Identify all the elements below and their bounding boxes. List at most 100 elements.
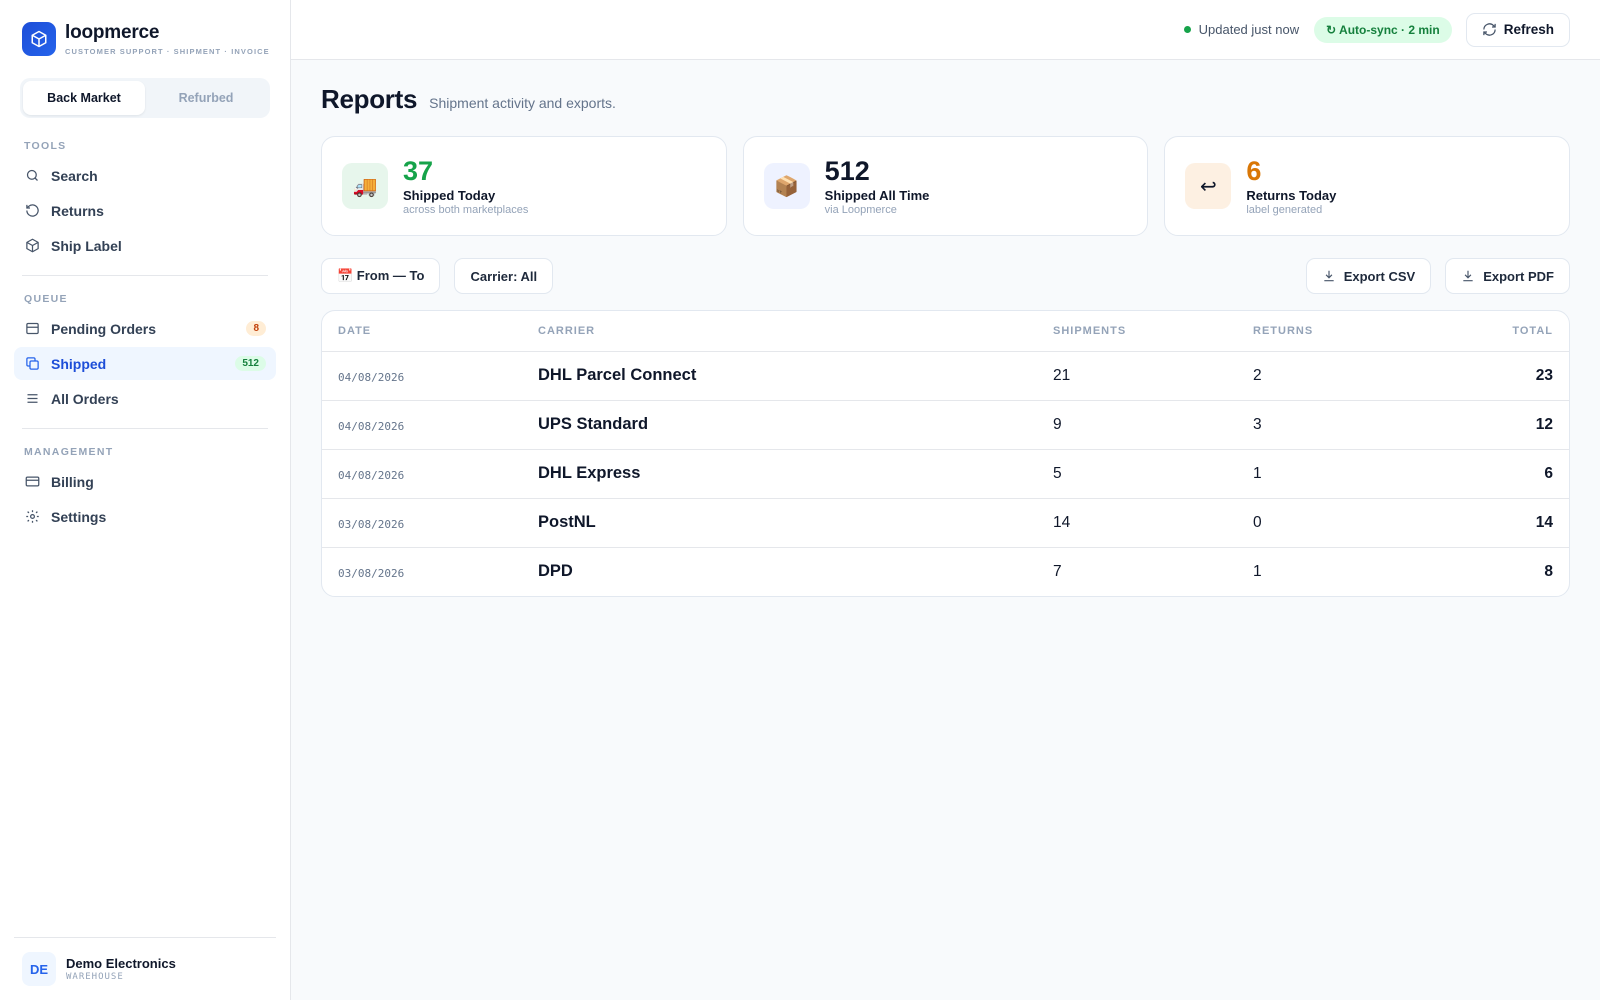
- cell-returns: 3: [1237, 400, 1423, 450]
- box-icon: [24, 238, 40, 254]
- table-row[interactable]: 03/08/2026 DPD 7 1 8: [322, 547, 1569, 596]
- sidebar-divider: [22, 275, 268, 276]
- cell-total: 8: [1544, 562, 1553, 580]
- cell-shipments: 14: [1037, 498, 1237, 548]
- refresh-button[interactable]: Refresh: [1465, 12, 1570, 47]
- download-icon: [1461, 269, 1475, 283]
- cell-returns: 1: [1253, 562, 1262, 580]
- cell-carrier: PostNL: [522, 498, 1037, 548]
- cell-date: 03/08/2026: [322, 498, 522, 548]
- table-row[interactable]: 04/08/2026 UPS Standard 9 3 12: [322, 400, 1569, 450]
- stats-row: 🚚 37 Shipped Today across both marketpla…: [321, 136, 1571, 236]
- cell-shipments: 5: [1037, 449, 1237, 499]
- sidebar-item-all-orders[interactable]: All Orders: [14, 382, 276, 415]
- brand: loopmerce CUSTOMER SUPPORT · SHIPMENT · …: [14, 0, 276, 78]
- list-icon: [24, 391, 40, 407]
- carrier-filter[interactable]: Carrier: All: [454, 258, 554, 294]
- section-label-tools: TOOLS: [24, 140, 67, 152]
- avatar: DE: [22, 952, 56, 986]
- sidebar-item-shipped[interactable]: Shipped 512: [14, 347, 276, 380]
- stat-card-shipped-today: 🚚 37 Shipped Today across both marketpla…: [321, 136, 727, 236]
- cell-carrier: DHL Express: [522, 449, 1037, 499]
- stat-subtext: label generated: [1246, 204, 1323, 216]
- cell-returns: 0: [1237, 498, 1423, 548]
- return-arrow-icon: ↩: [1185, 163, 1232, 209]
- stat-value: 512: [824, 156, 870, 186]
- table-row[interactable]: 04/08/2026 DHL Parcel Connect 21 2 23: [322, 351, 1569, 401]
- brand-tagline: CUSTOMER SUPPORT · SHIPMENT · INVOICE: [65, 47, 270, 56]
- sidebar-divider: [22, 428, 268, 429]
- cell-total: 23: [1422, 351, 1569, 401]
- sidebar-item-billing[interactable]: Billing: [14, 465, 276, 498]
- account-name: Demo Electronics: [66, 956, 176, 971]
- column-header-carrier[interactable]: CARRIER: [522, 311, 1037, 352]
- sidebar-item-label: Returns: [51, 202, 104, 219]
- sidebar-item-search[interactable]: Search: [14, 159, 276, 192]
- export-pdf-button[interactable]: Export PDF: [1445, 258, 1570, 294]
- column-header-date[interactable]: DATE: [322, 311, 522, 352]
- table-row[interactable]: 04/08/2026 DHL Express 5 1 6: [322, 449, 1569, 499]
- column-header-total[interactable]: TOTAL: [1422, 311, 1569, 352]
- refresh-icon: [1482, 22, 1497, 37]
- stat-subtext: via Loopmerce: [824, 204, 897, 216]
- stat-value: 6: [1246, 156, 1262, 186]
- cell-date: 04/08/2026: [322, 400, 522, 450]
- sidebar-item-returns[interactable]: Returns: [14, 194, 276, 227]
- auto-sync-badge: ↻ Auto-sync · 2 min: [1314, 16, 1452, 43]
- search-icon: [24, 168, 40, 184]
- status-text: Updated just now: [1198, 22, 1300, 37]
- sidebar-item-settings[interactable]: Settings: [14, 500, 276, 533]
- cell-carrier: UPS Standard: [522, 400, 1037, 450]
- sidebar-item-label: Search: [51, 167, 98, 184]
- export-csv-button[interactable]: Export CSV: [1305, 258, 1432, 294]
- section-label-management: MANAGEMENT: [24, 446, 114, 458]
- topbar: Updated just now ↻ Auto-sync · 2 min Ref…: [291, 0, 1600, 60]
- page-title: Reports: [321, 84, 418, 114]
- cell-date: 04/08/2026: [322, 449, 522, 499]
- store-switch: Back Market Refurbed: [20, 78, 270, 118]
- filter-bar: 📅 From — To Carrier: All Export CSV Expo…: [321, 258, 1570, 294]
- column-header-returns[interactable]: RETURNS: [1237, 311, 1423, 352]
- cell-date: 04/08/2026: [322, 351, 522, 401]
- undo-icon: [24, 203, 40, 219]
- cell-total: 14: [1422, 498, 1569, 548]
- copy-icon: [24, 356, 40, 372]
- page-header: Reports Shipment activity and exports.: [321, 84, 1570, 120]
- stat-card-shipped-all-time: 📦 512 Shipped All Time via Loopmerce: [742, 136, 1149, 236]
- page-subtitle: Shipment activity and exports.: [429, 95, 616, 111]
- cell-shipments: 7: [1053, 562, 1062, 580]
- sidebar-item-ship-label[interactable]: Ship Label: [14, 229, 276, 262]
- brand-name: loopmerce: [65, 22, 160, 43]
- pending-count-badge: 8: [246, 321, 266, 336]
- refresh-label: Refresh: [1503, 22, 1554, 37]
- store-option-refurbed[interactable]: Refurbed: [145, 81, 267, 115]
- sidebar-item-label: Pending Orders: [51, 320, 157, 337]
- table-row[interactable]: 03/08/2026 PostNL 14 0 14: [322, 498, 1569, 548]
- cube-logo-icon: [22, 22, 56, 56]
- cell-carrier: DPD: [538, 562, 573, 581]
- cell-shipments: 21: [1037, 351, 1237, 401]
- shipped-count-badge: 512: [235, 356, 266, 371]
- sidebar-item-pending-orders[interactable]: Pending Orders 8: [14, 312, 276, 345]
- sidebar-item-label: Shipped: [51, 355, 107, 372]
- export-pdf-label: Export PDF: [1483, 268, 1554, 284]
- cell-returns: 2: [1237, 351, 1423, 401]
- cell-shipments: 9: [1037, 400, 1237, 450]
- date-range-filter[interactable]: 📅 From — To: [321, 258, 441, 294]
- sidebar: loopmerce CUSTOMER SUPPORT · SHIPMENT · …: [0, 0, 291, 1000]
- store-option-back-market[interactable]: Back Market: [23, 81, 145, 115]
- cell-total: 12: [1422, 400, 1569, 450]
- sidebar-item-label: Billing: [51, 473, 94, 490]
- section-label-queue: QUEUE: [24, 293, 68, 305]
- main-content: Updated just now ↻ Auto-sync · 2 min Ref…: [291, 0, 1600, 1000]
- cell-carrier: DHL Parcel Connect: [522, 351, 1037, 401]
- column-header-shipments[interactable]: SHIPMENTS: [1037, 311, 1237, 352]
- stat-label: Shipped Today: [403, 188, 496, 203]
- export-csv-label: Export CSV: [1343, 268, 1416, 284]
- cell-total: 6: [1422, 449, 1569, 499]
- sidebar-item-label: Ship Label: [51, 237, 122, 254]
- cell-date: 03/08/2026: [338, 567, 405, 581]
- stat-subtext: across both marketplaces: [403, 204, 529, 216]
- sidebar-item-label: Settings: [51, 508, 107, 525]
- account-footer[interactable]: DE Demo Electronics WAREHOUSE: [14, 937, 276, 1000]
